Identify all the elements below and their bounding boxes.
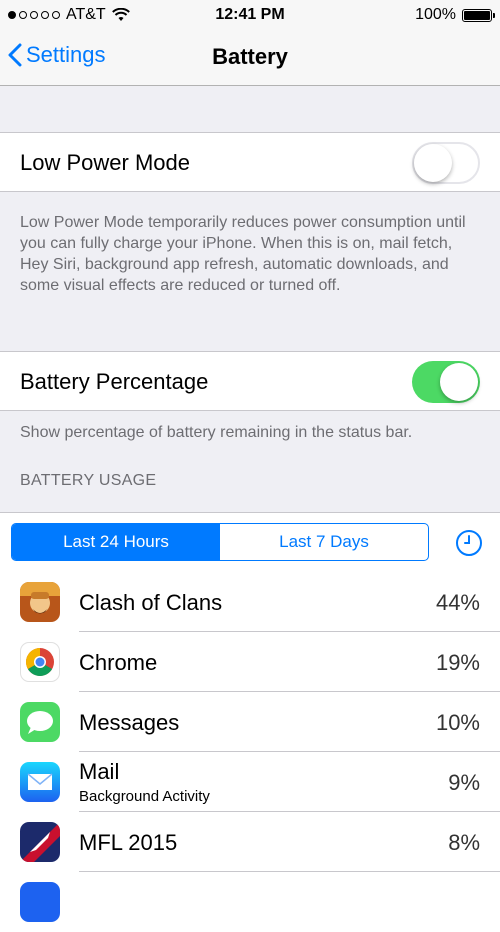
toggle-knob [440,363,478,401]
app-name: Chrome [79,650,158,675]
segment-last-7-days[interactable]: Last 7 Days [220,524,428,560]
app-percent: 44% [435,590,480,615]
app-percent: 19% [435,650,480,675]
low-power-mode-label: Low Power Mode [20,150,190,175]
app-name: Clash of Clans [79,590,223,615]
app-percent: 10% [435,710,480,735]
app-subtitle: Background Activity [79,788,210,805]
list-item[interactable]: Mail Background Activity 9% [0,752,500,812]
battery-percent-text: 100% [415,6,456,23]
clash-of-clans-icon [20,582,60,622]
battery-usage-header: BATTERY USAGE [20,472,157,489]
mail-icon [20,762,60,802]
app-name: Mail [79,759,120,784]
list-item[interactable]: Messages 10% [0,692,500,752]
app-percent: 8% [448,830,480,855]
list-item-partial[interactable] [0,872,500,932]
low-power-mode-description: Low Power Mode temporarily reduces power… [20,214,466,294]
toggle-knob [414,144,452,182]
usage-period-segmented-control: Last 24 Hours Last 7 Days [11,523,429,561]
battery-percentage-description: Show percentage of battery remaining in … [20,424,413,441]
battery-percentage-toggle[interactable] [412,361,480,403]
app-name: MFL 2015 [79,830,178,855]
app-usage-list: Clash of Clans 44% Chrome 19% Messages 1… [0,572,500,932]
clock-icon[interactable] [455,529,483,557]
battery-icon [462,8,495,22]
app-percent: 9% [448,770,480,795]
list-item[interactable]: Clash of Clans 44% [0,572,500,632]
chrome-icon [20,642,60,682]
usage-period-bar: Last 24 Hours Last 7 Days [0,512,500,572]
navigation-bar: Settings Battery [0,30,500,86]
segment-last-24-hours[interactable]: Last 24 Hours [12,524,220,560]
app-icon [20,882,60,922]
battery-percentage-label: Battery Percentage [20,369,209,394]
status-right: 100% [415,6,495,24]
low-power-mode-toggle[interactable] [412,142,480,184]
list-item[interactable]: MFL 2015 8% [0,812,500,872]
messages-icon [20,702,60,742]
status-bar: AT&T 12:41 PM 100% [0,0,500,30]
low-power-mode-cell: Low Power Mode [0,132,500,192]
list-item[interactable]: Chrome 19% [0,632,500,692]
app-name: Messages [79,710,180,735]
mfl-2015-icon [20,822,60,862]
page-title: Battery [212,44,288,69]
battery-percentage-cell: Battery Percentage [0,351,500,411]
